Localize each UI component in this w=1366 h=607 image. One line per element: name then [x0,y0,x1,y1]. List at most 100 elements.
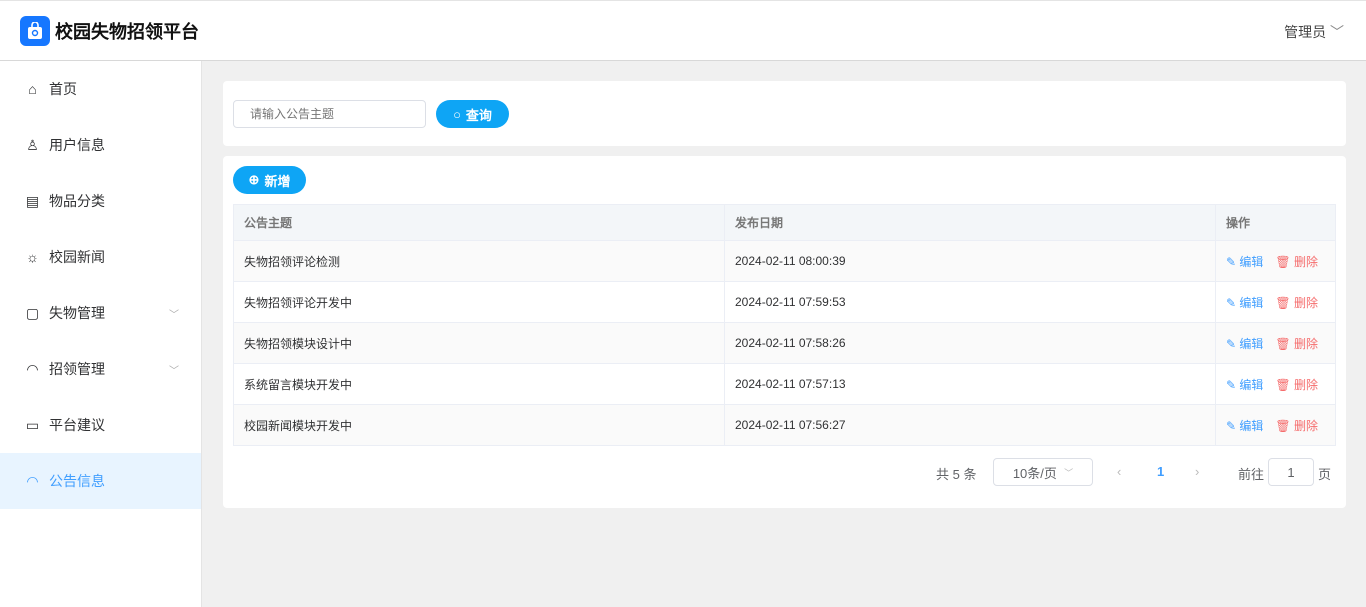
actions: ✎ 编辑 🗑 删除 [1215,363,1336,405]
bell-icon: ◠ [26,472,39,489]
chat-icon: ▭ [25,416,40,433]
sidebar-item-3[interactable]: ☼ 校园新闻 [0,229,201,285]
page-size-value: 10条/页 [1012,465,1057,481]
delete-button[interactable]: 🗑 删除 [1275,255,1318,269]
sidebar-item-label: 用户信息 [49,137,105,153]
chevron-down-icon: ﹀ [1330,24,1344,40]
trash-icon: 🗑 [1275,295,1291,310]
actions: ✎ 编辑 🗑 删除 [1215,322,1336,364]
delete-label: 删除 [1294,377,1319,392]
notice-date: 2024-02-11 07:59:53 [724,281,1216,323]
edit-button[interactable]: ✎ 编辑 [1226,419,1263,433]
prev-page-button[interactable]: ‹ [1117,464,1121,479]
lost-icon: ▢ [25,304,40,321]
notice-title: 失物招领评论检测 [233,240,725,282]
sidebar-item-0[interactable]: ⌂ 首页 [0,61,201,117]
sidebar: ⌂ 首页 ♙ 用户信息 ▤ 物品分类 ☼ 校园新闻 ▢ 失物管理 ﹀ ◠ 招领管理 ﹀ ▭ 平台建议 ◠ 公告信息 [0,61,202,607]
chevron-down-icon: ﹀ [169,365,179,377]
goto-input[interactable]: 1 [1268,458,1314,486]
search-input[interactable] [233,100,426,128]
edit-label: 编辑 [1239,377,1264,392]
notice-table: 公告主题 发布日期 操作 失物招领评论检测 2024-02-11 08:00:39… [233,204,1336,446]
sidebar-item-label: 招领管理 [49,361,105,377]
edit-icon: ✎ [1226,254,1237,269]
total-count: 共 5 条 [936,467,977,482]
edit-icon: ✎ [1226,377,1237,392]
actions: ✎ 编辑 🗑 删除 [1215,404,1336,446]
col-header-date: 发布日期 [724,204,1216,241]
search-label: 查询 [465,107,492,123]
sidebar-item-2[interactable]: ▤ 物品分类 [0,173,201,229]
page-1[interactable]: 1 [1157,464,1164,479]
trash-icon: 🗑 [1275,418,1291,433]
delete-button[interactable]: 🗑 删除 [1275,419,1318,433]
logo-icon [20,15,50,46]
edit-button[interactable]: ✎ 编辑 [1226,378,1263,392]
sidebar-item-label: 物品分类 [49,193,105,209]
notice-date: 2024-02-11 08:00:39 [724,240,1216,282]
category-icon: ▤ [25,192,40,209]
delete-button[interactable]: 🗑 删除 [1275,378,1318,392]
table-row: 系统留言模块开发中 2024-02-11 07:57:13 ✎ 编辑 🗑 删除 [233,363,1336,405]
edit-icon: ✎ [1226,336,1237,351]
actions: ✎ 编辑 🗑 删除 [1215,240,1336,282]
table-row: 失物招领模块设计中 2024-02-11 07:58:26 ✎ 编辑 🗑 删除 [233,322,1336,364]
header: 校园失物招领平台 管理员 ﹀ [0,0,1366,61]
notice-title: 失物招领模块设计中 [233,322,725,364]
notice-date: 2024-02-11 07:56:27 [724,404,1216,446]
edit-button[interactable]: ✎ 编辑 [1226,296,1263,310]
col-header-actions: 操作 [1215,204,1336,241]
chevron-down-icon: ﹀ [169,309,179,321]
table-row: 校园新闻模块开发中 2024-02-11 07:56:27 ✎ 编辑 🗑 删除 [233,404,1336,446]
sidebar-item-label: 校园新闻 [49,249,105,265]
table-row: 失物招领评论检测 2024-02-11 08:00:39 ✎ 编辑 🗑 删除 [233,240,1336,282]
user-name: 管理员 [1284,24,1327,40]
sun-icon: ☼ [26,249,39,265]
search-icon: ○ [453,106,461,122]
trash-icon: 🗑 [1275,377,1291,392]
user-menu[interactable]: 管理员 ﹀ [1284,22,1344,42]
edit-label: 编辑 [1239,295,1264,310]
delete-label: 删除 [1294,336,1319,351]
chevron-down-icon: ﹀ [1064,467,1074,478]
sidebar-item-1[interactable]: ♙ 用户信息 [0,117,201,173]
sidebar-item-label: 失物管理 [49,305,105,321]
actions: ✎ 编辑 🗑 删除 [1215,281,1336,323]
notice-title: 校园新闻模块开发中 [233,404,725,446]
next-page-button[interactable]: › [1195,464,1199,479]
edit-label: 编辑 [1239,418,1264,433]
edit-button[interactable]: ✎ 编辑 [1226,337,1263,351]
notice-date: 2024-02-11 07:57:13 [724,363,1216,405]
delete-button[interactable]: 🗑 删除 [1275,337,1318,351]
sidebar-item-6[interactable]: ▭ 平台建议 [0,397,201,453]
goto-suffix: 页 [1318,467,1332,482]
delete-label: 删除 [1294,418,1319,433]
search-card: ○查询 [223,81,1346,146]
delete-label: 删除 [1294,295,1319,310]
sidebar-item-7[interactable]: ◠ 公告信息 [0,453,201,509]
user-icon: ♙ [26,136,39,153]
edit-label: 编辑 [1239,336,1264,351]
notice-title: 系统留言模块开发中 [233,363,725,405]
goto-label: 前往 [1238,467,1265,482]
page-size-select[interactable]: 10条/页 ﹀ [993,458,1093,486]
edit-icon: ✎ [1226,418,1237,433]
trash-icon: 🗑 [1275,336,1291,351]
delete-button[interactable]: 🗑 删除 [1275,296,1318,310]
home-icon: ⌂ [28,81,37,97]
sidebar-item-label: 公告信息 [49,473,105,489]
app-title: 校园失物招领平台 [55,21,199,42]
edit-label: 编辑 [1239,254,1264,269]
bell-icon: ◠ [26,360,39,377]
col-header-title: 公告主题 [233,204,725,241]
sidebar-item-4[interactable]: ▢ 失物管理 ﹀ [0,285,201,341]
add-label: 新增 [264,173,291,189]
add-button[interactable]: ⊕ 新增 [233,166,306,194]
edit-button[interactable]: ✎ 编辑 [1226,255,1263,269]
sidebar-item-label: 平台建议 [49,417,105,433]
search-button[interactable]: ○ 查询 [436,100,509,128]
notice-date: 2024-02-11 07:58:26 [724,322,1216,364]
plus-circle-icon: ⊕ [248,172,260,187]
sidebar-item-5[interactable]: ◠ 招领管理 ﹀ [0,341,201,397]
edit-icon: ✎ [1226,295,1237,310]
